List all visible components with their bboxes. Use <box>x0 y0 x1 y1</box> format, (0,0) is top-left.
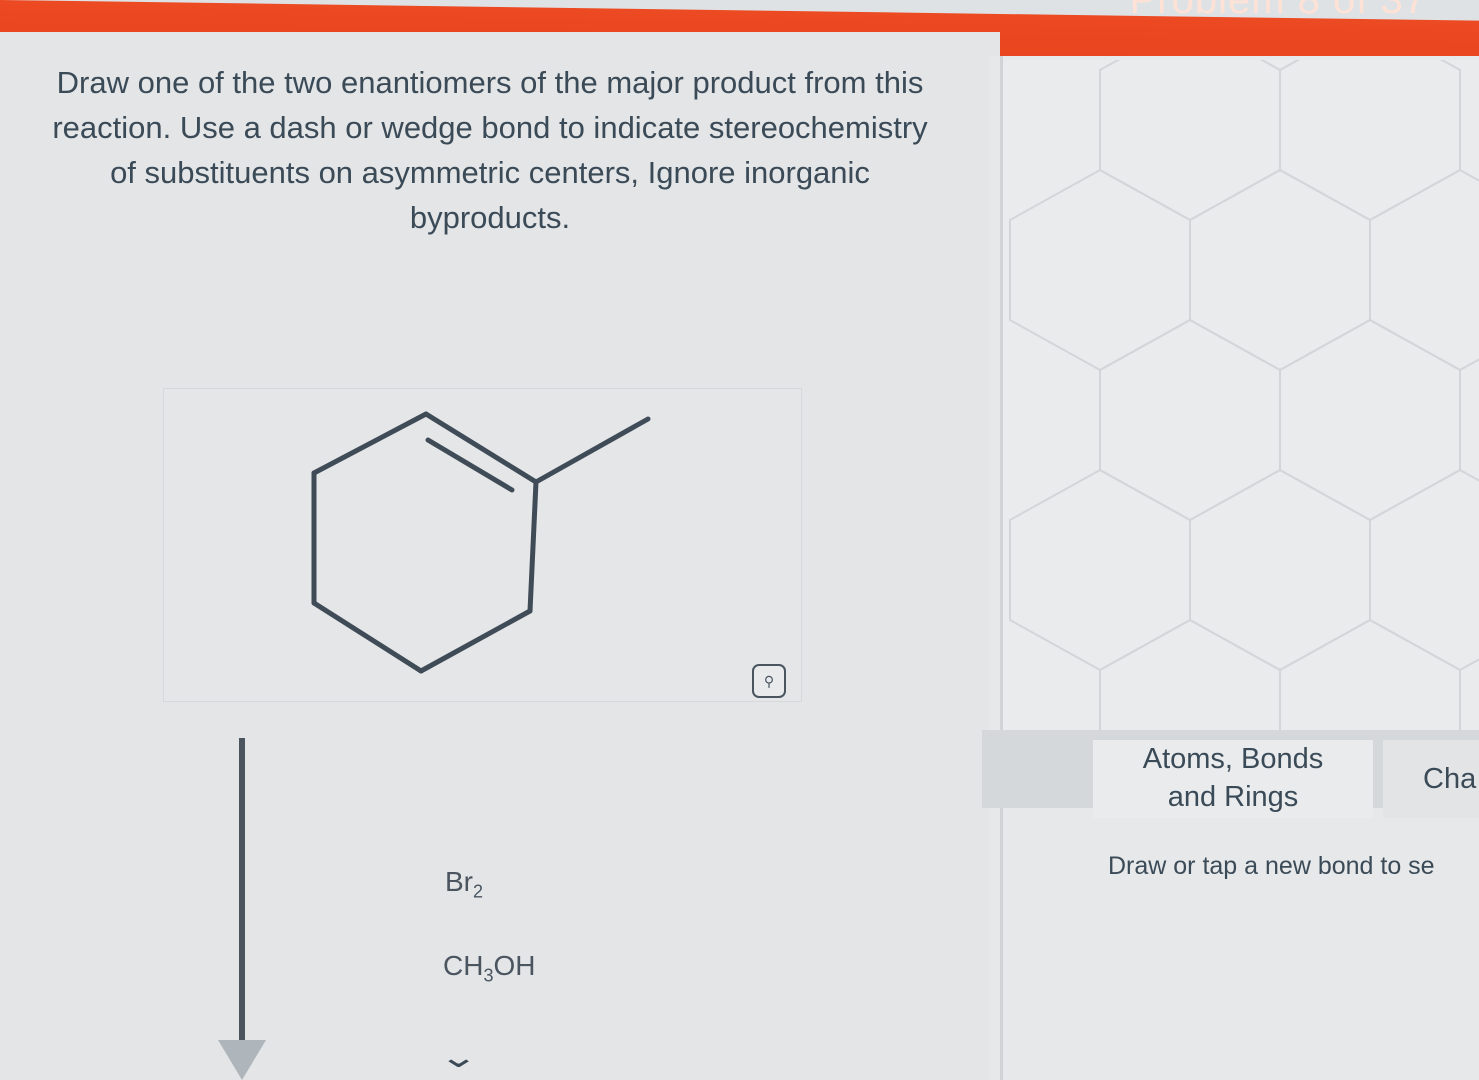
zoom-in-button[interactable]: ⚲ <box>752 664 786 698</box>
page: Problem 8 of 37 Draw one of the two enan… <box>0 0 1479 1080</box>
reaction-arrow <box>239 738 245 1058</box>
reagent-ch3oh: CH3OH <box>443 950 536 986</box>
methyl-bond <box>533 416 651 485</box>
tab-charges[interactable]: Cha <box>1383 740 1479 818</box>
hex-grid <box>1009 60 1479 730</box>
bond-double-inner <box>425 437 515 493</box>
editor-hint: Draw or tap a new bond to se <box>1108 852 1435 880</box>
tab-atoms-bonds-rings[interactable]: Atoms, Bonds and Rings <box>1093 740 1373 818</box>
zoom-in-icon: ⚲ <box>763 672 775 689</box>
bond <box>311 411 429 476</box>
bond <box>311 600 424 674</box>
chevron-down-icon[interactable]: ⌄ <box>438 1040 478 1075</box>
bond <box>418 608 533 674</box>
tab-label-line1: Atoms, Bonds <box>1142 743 1324 775</box>
reagent-br2: Br2 <box>445 866 484 902</box>
reaction-arrow-head <box>218 1040 266 1080</box>
tab-label-line2: and Rings <box>1167 781 1299 813</box>
panel-divider <box>1000 56 1003 1080</box>
bond <box>527 479 539 614</box>
tab-label: Cha <box>1423 763 1477 795</box>
drawing-canvas[interactable] <box>1000 60 1479 730</box>
